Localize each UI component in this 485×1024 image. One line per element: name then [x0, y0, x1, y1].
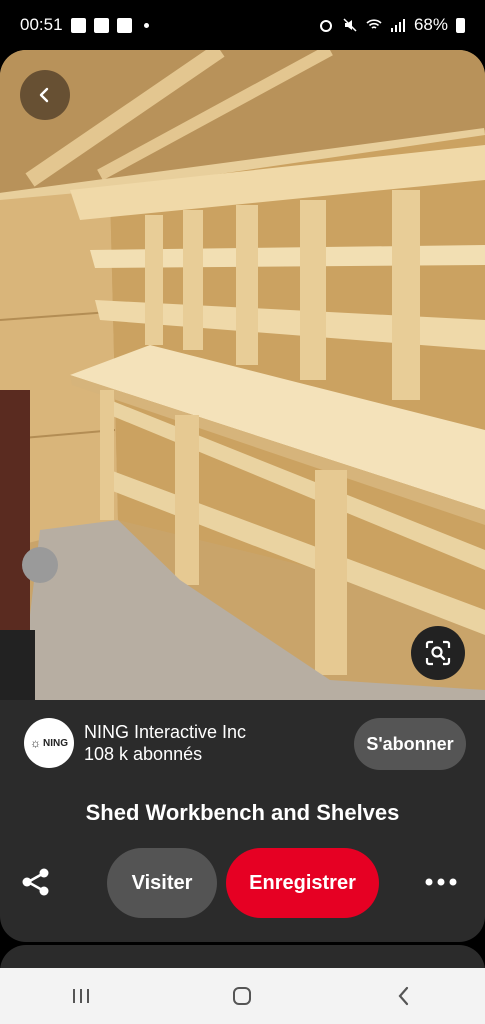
system-nav-bar — [0, 968, 485, 1024]
save-button[interactable]: Enregistrer — [226, 848, 379, 918]
creator-info[interactable]: ☼ NING NING Interactive Inc 108 k abonné… — [24, 718, 246, 768]
back-button[interactable] — [20, 70, 70, 120]
visit-button[interactable]: Visiter — [107, 848, 217, 918]
lens-search-icon — [425, 640, 451, 666]
pin-image[interactable] — [0, 50, 485, 700]
system-back-button[interactable] — [384, 976, 424, 1016]
sun-logo-icon: ☼ — [30, 736, 41, 750]
battery-icon — [456, 17, 465, 33]
more-notifications-dot — [143, 22, 149, 28]
pin-title: Shed Workbench and Shelves — [85, 800, 400, 825]
recent-apps-button[interactable] — [61, 976, 101, 1016]
pin-info-panel: ☼ NING NING Interactive Inc 108 k abonné… — [0, 700, 485, 942]
more-options-icon[interactable] — [425, 875, 457, 889]
wifi-icon — [366, 19, 382, 29]
follow-button[interactable]: S'abonner — [354, 718, 466, 770]
status-bar: 00:51 68% — [0, 0, 485, 50]
notification-icon — [70, 17, 86, 33]
facebook-icon-2 — [116, 17, 132, 33]
battery-percent: 68% — [413, 15, 448, 34]
action-bar: Visiter Enregistrer — [0, 848, 485, 920]
visual-search-button[interactable] — [411, 626, 465, 680]
facebook-icon — [93, 17, 109, 33]
mute-icon — [343, 18, 357, 32]
alarm-icon — [319, 20, 332, 32]
signal-icon — [390, 19, 405, 32]
subscriber-count: 108 k abonnés — [84, 744, 203, 764]
avatar-text: NING — [43, 737, 68, 749]
back-chevron-icon — [398, 986, 409, 1006]
creator-name[interactable]: NING Interactive Inc — [84, 721, 246, 743]
share-icon[interactable] — [20, 866, 52, 898]
chevron-left-icon — [39, 87, 49, 103]
pin-image-container — [0, 50, 485, 700]
status-time: 00:51 — [20, 15, 63, 34]
avatar[interactable]: ☼ NING — [24, 718, 74, 768]
home-icon — [233, 987, 252, 1005]
home-button[interactable] — [222, 976, 262, 1016]
recents-icon — [72, 989, 89, 1003]
